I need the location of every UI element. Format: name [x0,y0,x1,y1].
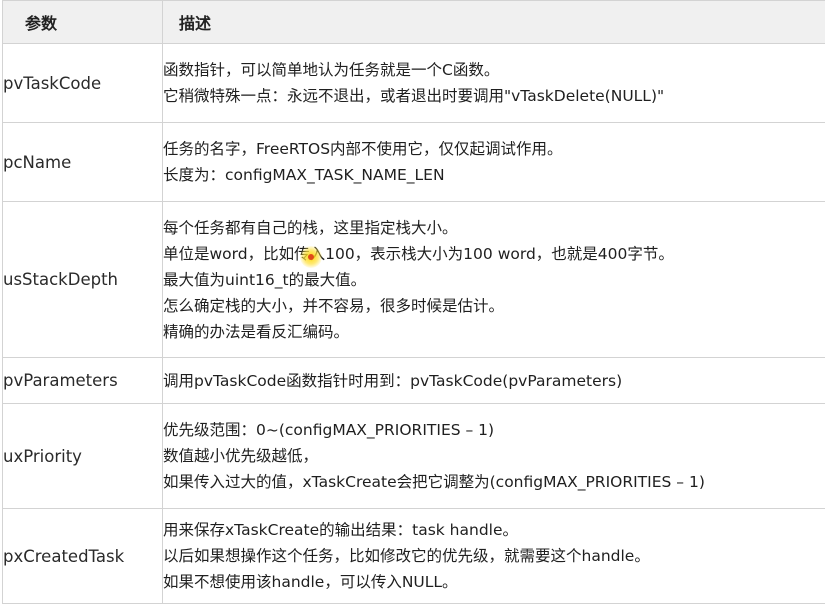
description-line: 每个任务都有自己的栈，这里指定栈大小。 [163,215,825,241]
param-name: pxCreatedTask [3,509,163,604]
table-row: pxCreatedTask 用来保存xTaskCreate的输出结果：task … [3,509,825,604]
description-line: 任务的名字，FreeRTOS内部不使用它，仅仅起调试作用。 [163,136,825,162]
cursor-highlight-icon [300,246,322,268]
param-description: 优先级范围：0~(configMAX_PRIORITIES – 1) 数值越小优… [163,404,825,509]
description-line: 怎么确定栈的大小，并不容易，很多时候是估计。 [163,293,825,319]
table-row: uxPriority 优先级范围：0~(configMAX_PRIORITIES… [3,404,825,509]
table-row: usStackDepth 每个任务都有自己的栈，这里指定栈大小。 单位是word… [3,202,825,358]
param-description: 用来保存xTaskCreate的输出结果：task handle。 以后如果想操… [163,509,825,604]
description-line: 最大值为uint16_t的最大值。 [163,267,825,293]
description-line: 如果不想使用该handle，可以传入NULL。 [163,569,825,595]
param-description: 任务的名字，FreeRTOS内部不使用它，仅仅起调试作用。 长度为：config… [163,123,825,202]
param-name: uxPriority [3,404,163,509]
description-line: 它稍微特殊一点：永远不退出，或者退出时要调用"vTaskDelete(NULL)… [163,83,825,109]
param-description: 函数指针，可以简单地认为任务就是一个C函数。 它稍微特殊一点：永远不退出，或者退… [163,44,825,123]
header-param-label: 参数 [3,10,57,34]
param-name: pvTaskCode [3,44,163,123]
header-desc: 描述 [163,1,825,44]
description-line: 数值越小优先级越低， [163,443,825,469]
description-line: 调用pvTaskCode函数指针时用到：pvTaskCode(pvParamet… [163,368,825,394]
table-row: pvParameters 调用pvTaskCode函数指针时用到：pvTaskC… [3,358,825,404]
description-line: 如果传入过大的值，xTaskCreate会把它调整为(configMAX_PRI… [163,469,825,495]
header-param: 参数 [3,1,163,44]
param-description: 每个任务都有自己的栈，这里指定栈大小。 单位是word，比如传入100，表示栈大… [163,202,825,358]
param-description: 调用pvTaskCode函数指针时用到：pvTaskCode(pvParamet… [163,358,825,404]
description-line: 以后如果想操作这个任务，比如修改它的优先级，就需要这个handle。 [163,543,825,569]
table-row: pcName 任务的名字，FreeRTOS内部不使用它，仅仅起调试作用。 长度为… [3,123,825,202]
description-line: 单位是word，比如传入100，表示栈大小为100 word，也就是400字节。 [163,241,825,267]
param-name: pvParameters [3,358,163,404]
document-page: 参数 描述 pvTaskCode 函数指针，可以简单地认为任务就是一个C函数。 … [0,0,825,598]
table-header-row: 参数 描述 [3,1,825,44]
table-row: pvTaskCode 函数指针，可以简单地认为任务就是一个C函数。 它稍微特殊一… [3,44,825,123]
description-line: 长度为：configMAX_TASK_NAME_LEN [163,162,825,188]
param-name: usStackDepth [3,202,163,358]
header-desc-label: 描述 [163,10,211,34]
parameter-table: 参数 描述 pvTaskCode 函数指针，可以简单地认为任务就是一个C函数。 … [2,0,825,604]
description-line: 优先级范围：0~(configMAX_PRIORITIES – 1) [163,417,825,443]
description-line: 精确的办法是看反汇编码。 [163,319,825,345]
description-line: 用来保存xTaskCreate的输出结果：task handle。 [163,517,825,543]
description-line: 函数指针，可以简单地认为任务就是一个C函数。 [163,57,825,83]
param-name: pcName [3,123,163,202]
